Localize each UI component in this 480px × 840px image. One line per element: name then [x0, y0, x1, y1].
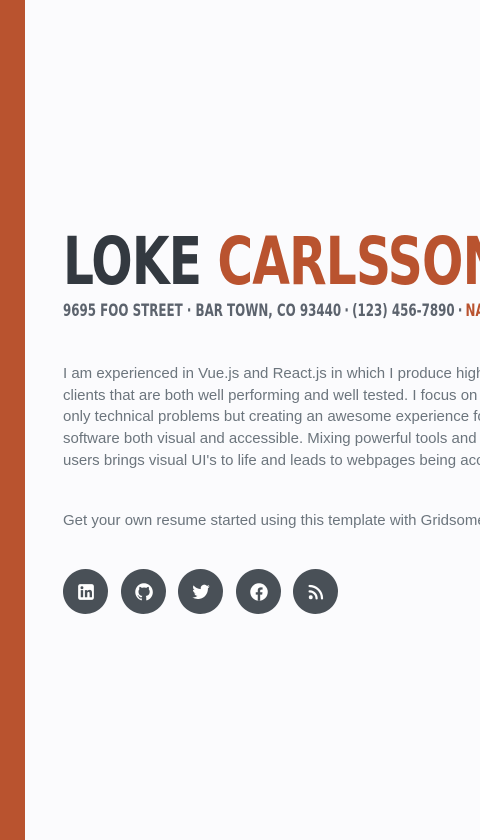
linkedin-button[interactable] — [63, 569, 108, 614]
github-button[interactable] — [121, 569, 166, 614]
separator: · — [344, 301, 349, 320]
facebook-button[interactable] — [236, 569, 281, 614]
github-icon — [134, 582, 153, 600]
first-name: LOKE — [63, 223, 202, 300]
address: 9695 FOO STREET · BAR TOWN, CO 93440 — [63, 301, 342, 320]
twitter-icon — [191, 584, 210, 599]
rss-icon — [308, 584, 323, 599]
bio-paragraph: I am experienced in Vue.js and React.js … — [63, 363, 480, 472]
page-title: LOKE CARLSSON — [63, 222, 480, 302]
contact-line: 9695 FOO STREET · BAR TOWN, CO 93440 · (12… — [63, 299, 480, 323]
bio-line: users brings visual UI's to life and lea… — [63, 451, 480, 469]
bio-line: I am experienced in Vue.js and React.js … — [63, 365, 480, 382]
bio-line: only technical problems but creating an … — [63, 408, 480, 426]
bio-line: software both visual and accessible. Mix… — [63, 430, 480, 448]
last-name: CARLSSON — [217, 223, 480, 300]
about-section: LOKE CARLSSON 9695 FOO STREET · BAR TOWN… — [63, 0, 480, 840]
facebook-icon — [249, 582, 268, 601]
phone: (123) 456-7890 — [352, 301, 455, 320]
bio-line: clients that are both well performing an… — [63, 386, 480, 404]
side-accent-bar — [0, 0, 25, 840]
linkedin-icon — [77, 583, 94, 600]
social-icons — [63, 569, 363, 615]
email-link[interactable]: NAME@EMAIL.COM — [466, 301, 480, 320]
separator: · — [457, 301, 463, 320]
rss-button[interactable] — [293, 569, 338, 614]
twitter-button[interactable] — [178, 569, 223, 614]
template-cta: Get your own resume started using this t… — [63, 512, 480, 529]
